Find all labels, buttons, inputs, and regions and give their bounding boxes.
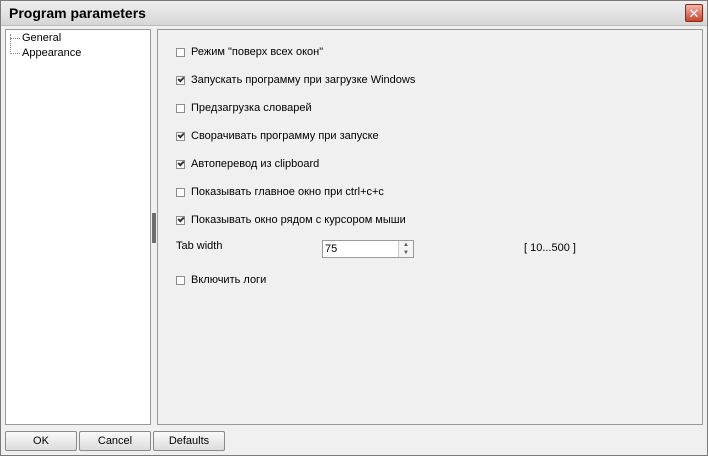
option-label: Автоперевод из clipboard [191, 158, 320, 170]
close-icon[interactable]: ✕ [685, 4, 703, 22]
option-always-on-top[interactable]: Режим "поверх всех окон" [176, 46, 323, 58]
option-show-near-cursor[interactable]: Показывать окно рядом с курсором мыши [176, 214, 406, 226]
option-start-with-windows[interactable]: Запускать программу при загрузке Windows [176, 74, 415, 86]
ok-button[interactable]: OK [5, 431, 77, 451]
settings-tree: General Appearance [5, 29, 151, 425]
spin-up-icon[interactable]: ▲ [399, 241, 413, 249]
cancel-button[interactable]: Cancel [79, 431, 151, 451]
option-auto-translate-clipboard[interactable]: Автоперевод из clipboard [176, 158, 319, 170]
option-label: Запускать программу при загрузке Windows [191, 74, 416, 86]
checkbox[interactable] [176, 47, 185, 57]
tab-width-spinner[interactable]: 75 ▲ ▼ [322, 240, 414, 258]
tree-item-general[interactable]: General [10, 32, 61, 44]
option-label: Предзагрузка словарей [191, 102, 312, 114]
tab-width-label: Tab width [176, 240, 223, 252]
checkbox[interactable] [176, 103, 185, 113]
tree-branch-line [10, 37, 20, 39]
tab-width-range: [ 10...500 ] [524, 242, 576, 254]
program-parameters-window: Program parameters ✕ General Appearance … [0, 0, 708, 456]
option-label: Включить логи [191, 274, 267, 286]
title-bar: Program parameters ✕ [1, 1, 707, 26]
window-title: Program parameters [9, 5, 146, 21]
checkbox[interactable] [176, 75, 185, 85]
option-preload-dictionaries[interactable]: Предзагрузка словарей [176, 102, 312, 114]
option-label: Сворачивать программу при запуске [191, 130, 379, 142]
option-show-main-window-ctrl-c-c[interactable]: Показывать главное окно при ctrl+c+c [176, 186, 384, 198]
tab-width-value[interactable]: 75 [325, 243, 337, 255]
tree-item-label: General [22, 32, 62, 44]
option-enable-logs[interactable]: Включить логи [176, 274, 266, 286]
tree-item-label: Appearance [22, 47, 82, 59]
options-panel: Режим "поверх всех окон" Запускать прогр… [157, 29, 703, 425]
spinner-buttons: ▲ ▼ [398, 241, 413, 257]
checkbox[interactable] [176, 215, 185, 225]
option-label: Показывать главное окно при ctrl+c+c [191, 186, 384, 198]
spin-down-icon[interactable]: ▼ [399, 249, 413, 257]
option-label: Режим "поверх всех окон" [191, 46, 324, 58]
tree-item-appearance[interactable]: Appearance [10, 47, 81, 59]
checkbox[interactable] [176, 187, 185, 197]
option-minimize-on-start[interactable]: Сворачивать программу при запуске [176, 130, 379, 142]
tree-branch-line [10, 52, 20, 54]
checkbox[interactable] [176, 131, 185, 141]
checkbox[interactable] [176, 275, 185, 285]
splitter-handle[interactable] [152, 213, 156, 243]
checkbox[interactable] [176, 159, 185, 169]
option-label: Показывать окно рядом с курсором мыши [191, 214, 406, 226]
defaults-button[interactable]: Defaults [153, 431, 225, 451]
